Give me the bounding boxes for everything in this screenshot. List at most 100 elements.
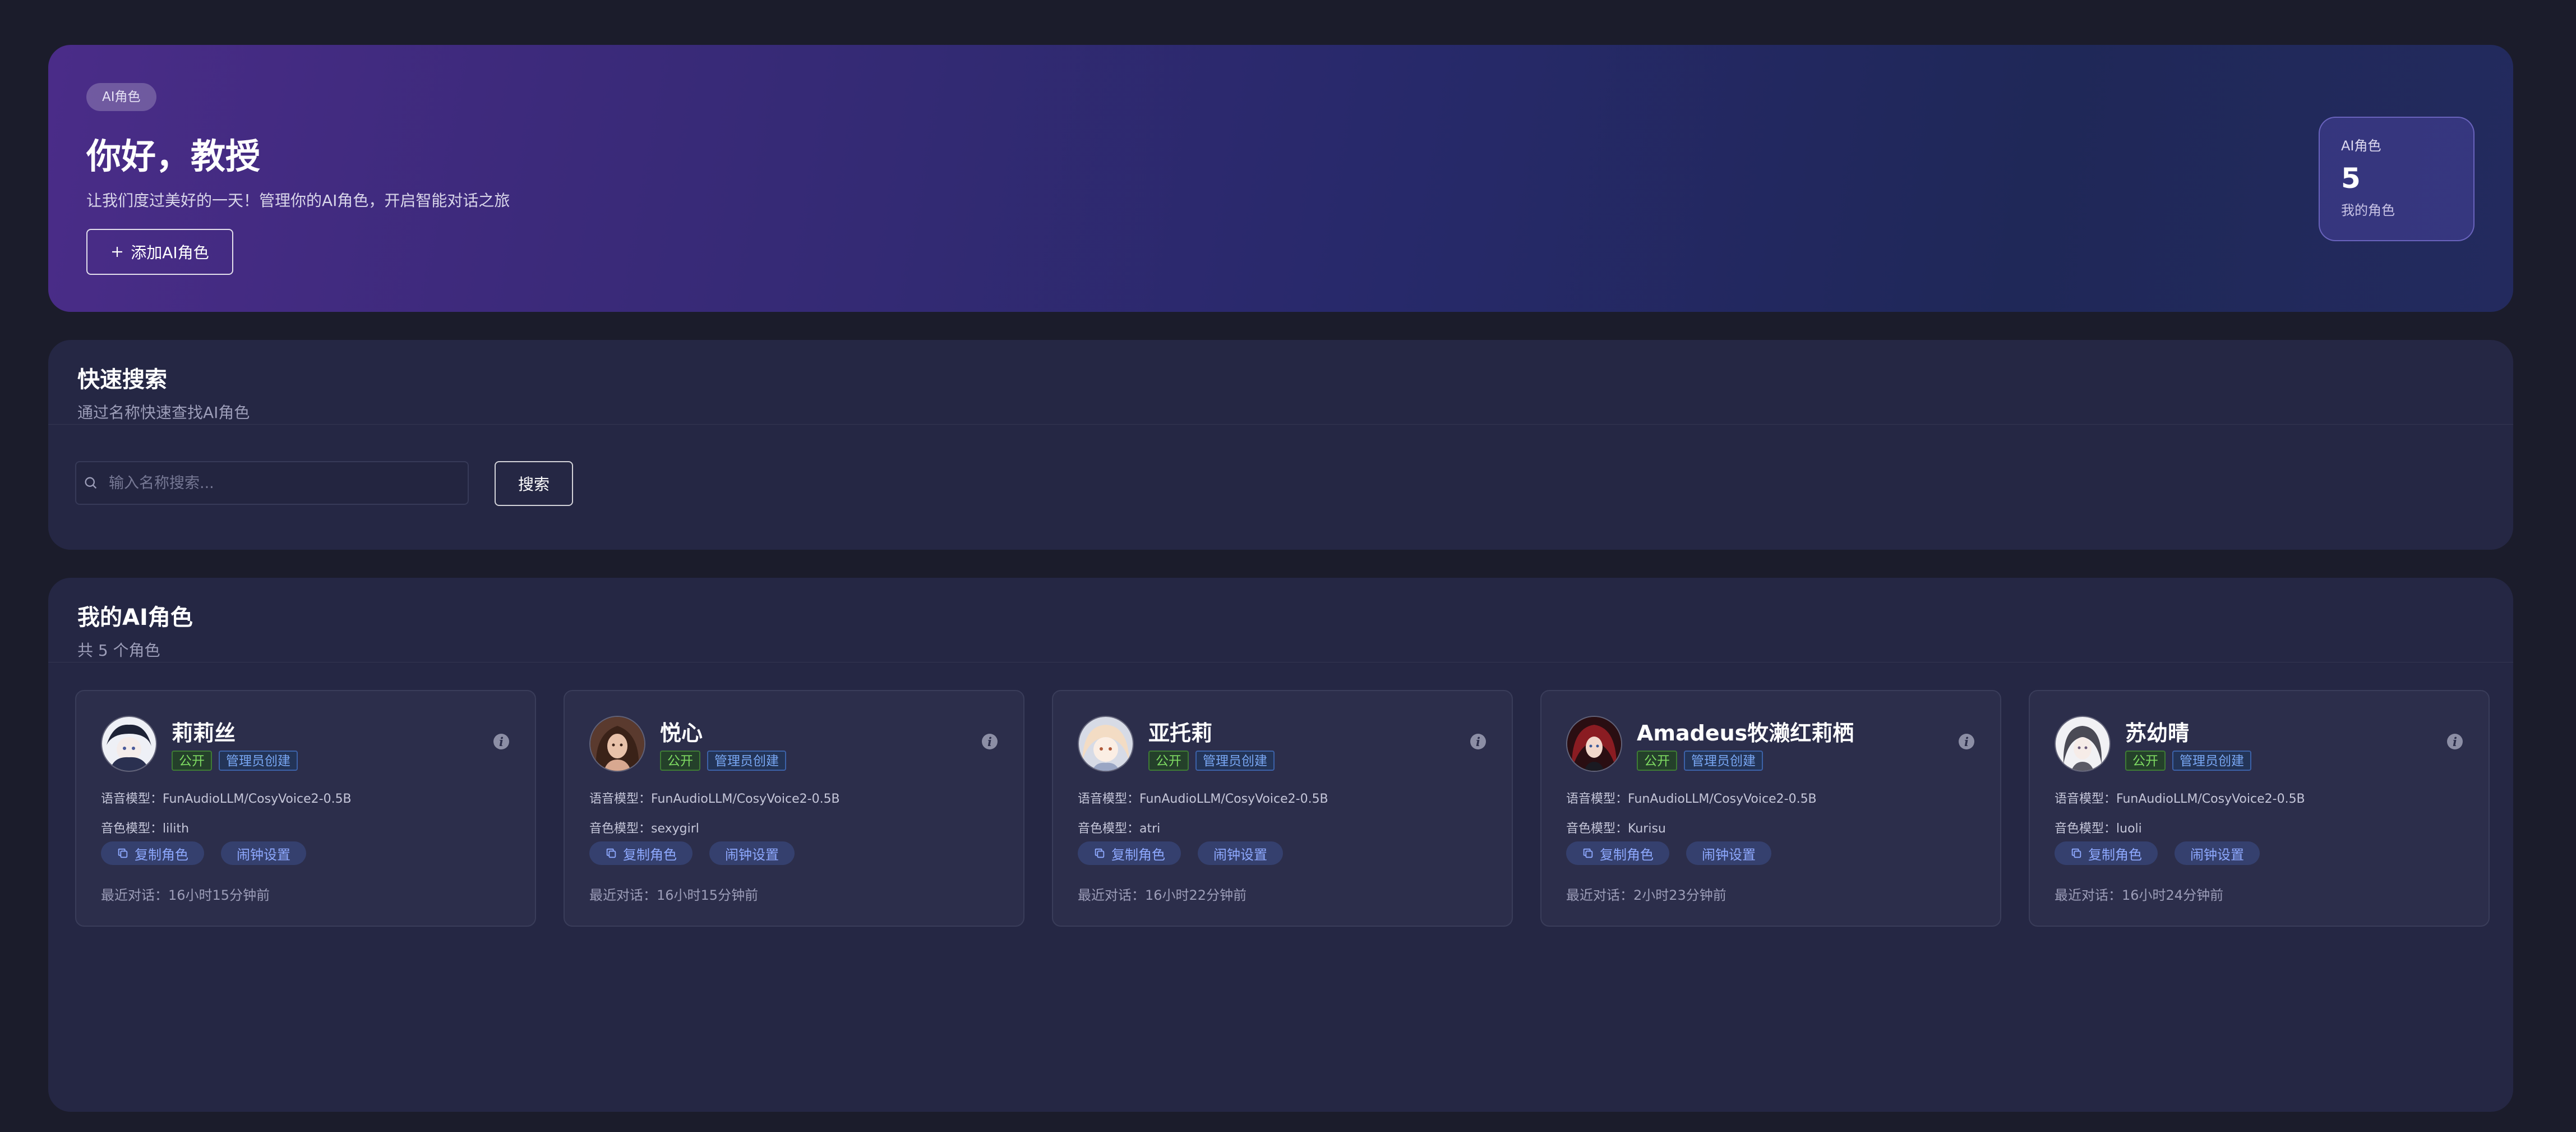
tone-model-value: atri [1139, 822, 1161, 836]
character-card[interactable]: Amadeus牧濑红莉栖 公开 管理员创建 i 语音模型：FunAudioLLM… [1540, 690, 2001, 927]
copy-label: 复制角色 [1600, 846, 1654, 863]
last-chat: 最近对话：16小时24分钟前 [2055, 884, 2223, 904]
copy-character-button[interactable]: 复制角色 [589, 841, 693, 865]
creator-tag: 管理员创建 [707, 751, 786, 771]
copy-character-button[interactable]: 复制角色 [2055, 841, 2158, 865]
alarm-settings-button[interactable]: 闹钟设置 [1686, 841, 1771, 865]
search-input[interactable] [99, 462, 468, 504]
voice-model-value: FunAudioLLM/CosyVoice2-0.5B [1139, 792, 1328, 806]
last-chat: 最近对话：2小时23分钟前 [1566, 884, 1726, 904]
info-icon[interactable]: i [1959, 734, 1974, 749]
copy-icon [118, 848, 128, 858]
info-icon[interactable]: i [493, 734, 509, 749]
voice-model-label: 语音模型： [1566, 792, 1628, 806]
characters-title: 我的AI角色 [77, 605, 193, 631]
page-title: 你好，教授 [86, 136, 261, 177]
last-chat: 最近对话：16小时15分钟前 [101, 884, 270, 904]
last-chat-label: 最近对话： [589, 887, 657, 903]
search-title: 快速搜索 [77, 367, 167, 393]
character-card[interactable]: 莉莉丝 公开 管理员创建 i 语音模型：FunAudioLLM/CosyVoic… [75, 690, 536, 927]
alarm-settings-button[interactable]: 闹钟设置 [2175, 841, 2260, 865]
avatar [2055, 716, 2111, 772]
public-tag: 公开 [1637, 751, 1677, 771]
public-tag: 公开 [1148, 751, 1189, 771]
voice-model-label: 语音模型： [101, 792, 163, 806]
tone-model-value: luoli [2116, 822, 2142, 836]
tone-model-field: 音色模型：luoli [2055, 818, 2142, 836]
info-icon[interactable]: i [1470, 734, 1486, 749]
public-tag: 公开 [2125, 751, 2166, 771]
info-icon[interactable]: i [2447, 734, 2463, 749]
info-icon[interactable]: i [982, 734, 998, 749]
add-button-label: 添加AI角色 [131, 243, 209, 262]
tone-model-field: 音色模型：atri [1078, 818, 1160, 836]
divider [48, 424, 2513, 425]
tone-model-value: lilith [163, 822, 190, 836]
search-box[interactable] [75, 461, 469, 505]
public-tag: 公开 [660, 751, 700, 771]
search-button[interactable]: 搜索 [495, 461, 573, 506]
voice-model-label: 语音模型： [1078, 792, 1140, 806]
tone-model-label: 音色模型： [1078, 822, 1140, 836]
character-card[interactable]: 苏幼晴 公开 管理员创建 i 语音模型：FunAudioLLM/CosyVoic… [2029, 690, 2490, 927]
alarm-settings-button[interactable]: 闹钟设置 [709, 841, 795, 865]
last-chat-value: 16小时22分钟前 [1145, 887, 1247, 903]
hero-subtitle: 让我们度过美好的一天！管理你的AI角色，开启智能对话之旅 [86, 191, 510, 210]
last-chat: 最近对话：16小时15分钟前 [589, 884, 758, 904]
copy-character-button[interactable]: 复制角色 [101, 841, 204, 865]
voice-model-value: FunAudioLLM/CosyVoice2-0.5B [651, 792, 840, 806]
tone-model-field: 音色模型：lilith [101, 818, 189, 836]
alarm-settings-button[interactable]: 闹钟设置 [1198, 841, 1283, 865]
copy-icon [606, 848, 616, 858]
tone-model-label: 音色模型： [1566, 822, 1628, 836]
voice-model-label: 语音模型： [589, 792, 652, 806]
copy-icon [1583, 848, 1593, 858]
character-name: Amadeus牧濑红莉栖 [1637, 721, 1854, 746]
avatar [101, 716, 157, 772]
tone-model-label: 音色模型： [2055, 822, 2117, 836]
character-name: 苏幼晴 [2125, 721, 2190, 746]
character-name: 莉莉丝 [172, 721, 236, 746]
stat-value: 5 [2341, 162, 2361, 195]
tone-model-value: sexygirl [651, 822, 699, 836]
alarm-settings-button[interactable]: 闹钟设置 [221, 841, 306, 865]
copy-label: 复制角色 [2088, 846, 2142, 863]
copy-character-button[interactable]: 复制角色 [1078, 841, 1181, 865]
quick-search-panel: 快速搜索 通过名称快速查找AI角色 搜索 [48, 340, 2513, 550]
tone-model-field: 音色模型：sexygirl [589, 818, 699, 836]
characters-count: 共 5 个角色 [77, 641, 160, 660]
voice-model-field: 语音模型：FunAudioLLM/CosyVoice2-0.5B [1078, 789, 1328, 807]
avatar [1078, 716, 1134, 772]
copy-icon [1095, 848, 1105, 858]
last-chat-value: 2小时23分钟前 [1633, 887, 1726, 903]
last-chat-value: 16小时24分钟前 [2122, 887, 2224, 903]
hero-banner: AI角色 你好，教授 让我们度过美好的一天！管理你的AI角色，开启智能对话之旅 … [48, 45, 2513, 312]
last-chat-label: 最近对话： [1078, 887, 1145, 903]
stat-label: AI角色 [2341, 138, 2381, 154]
my-characters-panel: 我的AI角色 共 5 个角色 莉莉丝 公开 管理员创建 i 语音模型：FunAu… [48, 578, 2513, 1112]
tone-model-field: 音色模型：Kurisu [1566, 818, 1666, 836]
voice-model-value: FunAudioLLM/CosyVoice2-0.5B [2116, 792, 2305, 806]
last-chat-value: 16小时15分钟前 [657, 887, 759, 903]
creator-tag: 管理员创建 [1684, 751, 1763, 771]
add-ai-character-button[interactable]: 添加AI角色 [86, 229, 233, 275]
character-name: 悦心 [660, 721, 703, 746]
stat-card: AI角色 5 我的角色 [2319, 117, 2475, 241]
last-chat-label: 最近对话： [2055, 887, 2122, 903]
creator-tag: 管理员创建 [219, 751, 298, 771]
voice-model-field: 语音模型：FunAudioLLM/CosyVoice2-0.5B [1566, 789, 1817, 807]
character-card[interactable]: 悦心 公开 管理员创建 i 语音模型：FunAudioLLM/CosyVoice… [564, 690, 1024, 927]
character-card[interactable]: 亚托莉 公开 管理员创建 i 语音模型：FunAudioLLM/CosyVoic… [1052, 690, 1513, 927]
tone-model-value: Kurisu [1628, 822, 1666, 836]
copy-icon [2071, 848, 2081, 858]
tone-model-label: 音色模型： [101, 822, 163, 836]
avatar [1566, 716, 1622, 772]
voice-model-field: 语音模型：FunAudioLLM/CosyVoice2-0.5B [101, 789, 352, 807]
copy-character-button[interactable]: 复制角色 [1566, 841, 1669, 865]
voice-model-value: FunAudioLLM/CosyVoice2-0.5B [163, 792, 352, 806]
copy-label: 复制角色 [623, 846, 677, 863]
voice-model-value: FunAudioLLM/CosyVoice2-0.5B [1628, 792, 1817, 806]
last-chat-label: 最近对话： [1566, 887, 1633, 903]
search-icon [85, 477, 97, 489]
voice-model-field: 语音模型：FunAudioLLM/CosyVoice2-0.5B [589, 789, 840, 807]
